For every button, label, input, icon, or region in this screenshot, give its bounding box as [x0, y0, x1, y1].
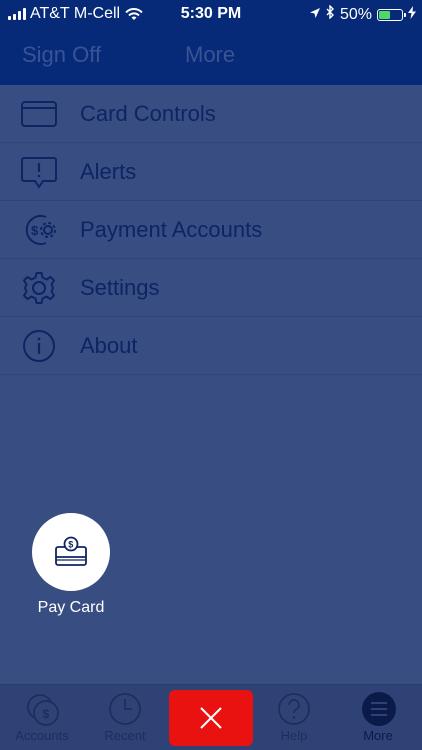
- menu-item-about[interactable]: About: [0, 317, 422, 375]
- tab-label: More: [363, 728, 393, 743]
- pay-card-icon: $: [55, 536, 87, 566]
- menu-item-label: Settings: [80, 275, 160, 300]
- page-title: More: [185, 42, 236, 67]
- more-menu: Card Controls Alerts $ Payment Accounts: [0, 85, 422, 375]
- alert-bubble-icon: [20, 155, 58, 189]
- tab-recent[interactable]: Recent: [83, 685, 167, 750]
- tab-more[interactable]: More: [336, 685, 420, 750]
- menu-item-label: Card Controls: [80, 101, 216, 126]
- nav-header: Sign Off More: [0, 28, 422, 85]
- bluetooth-icon: [326, 4, 335, 24]
- tab-label: Accounts: [15, 728, 69, 743]
- tab-label: Help: [280, 728, 308, 743]
- close-icon: [200, 707, 222, 729]
- close-button[interactable]: [169, 690, 253, 746]
- svg-text:$: $: [43, 707, 50, 721]
- battery-icon: [377, 8, 406, 21]
- tab-label: Recent: [104, 728, 146, 743]
- tab-accounts[interactable]: $ Accounts: [0, 685, 84, 750]
- pay-card-button[interactable]: $: [32, 513, 110, 591]
- menu-item-settings[interactable]: Settings: [0, 259, 422, 317]
- status-bar: AT&T M-Cell 5:30 PM 50%: [0, 0, 422, 28]
- clock-icon: [108, 691, 144, 732]
- menu-item-payment-accounts[interactable]: $ Payment Accounts: [0, 201, 422, 259]
- accounts-icon: $: [25, 691, 61, 732]
- menu-item-alerts[interactable]: Alerts: [0, 143, 422, 201]
- battery-percent: 50%: [339, 5, 372, 23]
- menu-item-label: Payment Accounts: [80, 217, 263, 242]
- info-icon: [20, 329, 58, 363]
- menu-item-label: Alerts: [80, 159, 137, 184]
- dollar-gear-icon: $: [20, 213, 58, 247]
- svg-text:$: $: [68, 540, 73, 550]
- pay-card-label: Pay Card: [37, 599, 105, 616]
- card-icon: [20, 97, 58, 131]
- charging-bolt-icon: [408, 5, 416, 24]
- hamburger-icon: [361, 691, 397, 732]
- sign-off-button[interactable]: Sign Off: [22, 42, 101, 68]
- svg-text:$: $: [31, 223, 39, 238]
- tab-help[interactable]: Help: [252, 685, 336, 750]
- menu-item-card-controls[interactable]: Card Controls: [0, 85, 422, 143]
- gear-icon: [20, 271, 58, 305]
- location-arrow-icon: [309, 6, 321, 24]
- menu-item-label: About: [80, 333, 138, 358]
- help-icon: [277, 691, 313, 732]
